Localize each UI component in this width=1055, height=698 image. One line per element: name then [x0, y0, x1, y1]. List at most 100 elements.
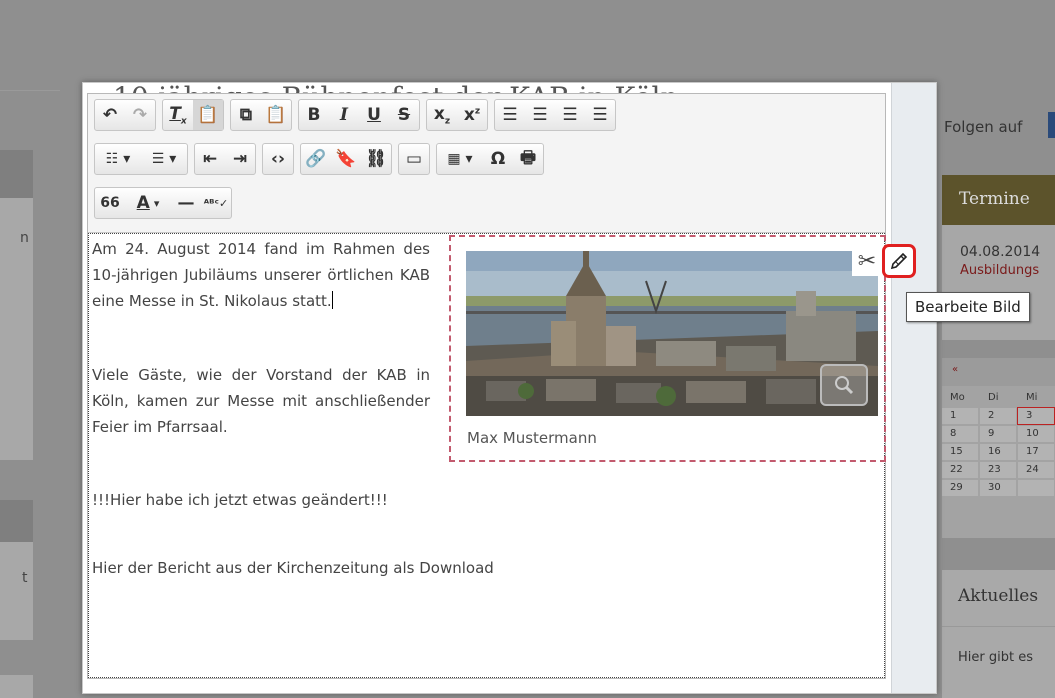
- underline-button[interactable]: U: [359, 100, 389, 130]
- paste-text-button[interactable]: 📋: [193, 100, 223, 130]
- align-left-icon: ☰: [502, 105, 518, 125]
- spellcheck-icon: ᴬᴮᶜ✓: [203, 196, 229, 210]
- toolbar-group-clipboard: Tx 📋: [162, 99, 224, 131]
- edit-image-tooltip: Bearbeite Bild: [906, 292, 1030, 322]
- unlink-icon: ⛓: [365, 149, 387, 169]
- paste-word-button[interactable]: 📋: [261, 100, 291, 130]
- image-toolbar: ✂: [852, 244, 916, 278]
- justify-button[interactable]: ☰: [585, 100, 615, 130]
- toolbar-group-indent: ⇤ ⇥: [194, 143, 256, 175]
- outdent-button[interactable]: ⇤: [195, 144, 225, 174]
- calendar-day[interactable]: 1: [942, 408, 978, 424]
- italic-icon: I: [340, 105, 348, 125]
- calendar-day[interactable]: [1018, 480, 1054, 496]
- aktuelles-text: Hier gibt es: [958, 650, 1033, 665]
- editor-dialog: 10-jähriges Bühnenfest der KAB in Köln ↶…: [82, 81, 937, 694]
- print-button[interactable]: 🖶: [513, 144, 543, 174]
- bold-icon: B: [307, 105, 321, 125]
- horizontal-rule-button[interactable]: —: [171, 188, 201, 218]
- horizontal-rule-icon: —: [177, 193, 195, 213]
- blockquote-button[interactable]: 66: [95, 188, 125, 218]
- indent-button[interactable]: ⇥: [225, 144, 255, 174]
- unlink-button[interactable]: ⛓: [361, 144, 391, 174]
- code-icon: ‹›: [270, 149, 285, 169]
- spellcheck-button[interactable]: ᴬᴮᶜ✓: [201, 188, 231, 218]
- paragraph-text: Am 24. August 2014 fand im Rahmen des 10…: [92, 240, 430, 310]
- calendar-day[interactable]: 8: [942, 426, 978, 442]
- social-icon[interactable]: [1048, 112, 1055, 138]
- calendar-day[interactable]: 15: [942, 444, 978, 460]
- strike-button[interactable]: S: [389, 100, 419, 130]
- calendar-day[interactable]: 10: [1018, 426, 1054, 442]
- numbered-list-button[interactable]: ☷ ▾: [95, 144, 141, 174]
- calendar-weekday: Mi: [1018, 390, 1054, 406]
- calendar-prev-button[interactable]: «: [952, 364, 958, 375]
- calendar: « Mo Di Mi 1 2 3 8 9 10 15 16 17 22 23 2…: [942, 358, 1055, 538]
- magnifier-icon: [835, 376, 854, 395]
- cut-image-button[interactable]: ✂: [852, 246, 882, 276]
- calendar-day[interactable]: 29: [942, 480, 978, 496]
- calendar-day[interactable]: 23: [980, 462, 1016, 478]
- calendar-day[interactable]: 30: [980, 480, 1016, 496]
- termine-box: [942, 225, 1055, 340]
- toolbar-row: ↶ ↷ Tx 📋 ⧉ 📋 B I U S xz xz ☰ ☰ ☰ ☰: [94, 99, 616, 131]
- remove-format-button[interactable]: Tx: [163, 100, 193, 130]
- toolbar-group-copy: ⧉ 📋: [230, 99, 292, 131]
- aktuelles-title: Aktuelles: [958, 586, 1039, 606]
- toolbar-group-script: xz xz: [426, 99, 488, 131]
- align-left-button[interactable]: ☰: [495, 100, 525, 130]
- background-left-panel: [0, 675, 33, 698]
- calendar-day[interactable]: 17: [1018, 444, 1054, 460]
- align-right-button[interactable]: ☰: [555, 100, 585, 130]
- pencil-icon: [890, 252, 908, 270]
- calendar-day[interactable]: 16: [980, 444, 1016, 460]
- bullet-list-button[interactable]: ☰ ▾: [141, 144, 187, 174]
- editor-content-area[interactable]: Am 24. August 2014 fand im Rahmen des 10…: [88, 233, 886, 678]
- termine-header: Termine: [942, 175, 1055, 225]
- subscript-button[interactable]: xz: [427, 100, 457, 130]
- redo-button[interactable]: ↷: [125, 100, 155, 130]
- undo-button[interactable]: ↶: [95, 100, 125, 130]
- toolbar-group-table: ▦ ▾ Ω 🖶: [436, 143, 544, 175]
- font-color-button[interactable]: A ▾: [125, 188, 171, 218]
- paste-word-icon: 📋: [265, 105, 287, 125]
- superscript-button[interactable]: xz: [457, 100, 487, 130]
- calendar-day[interactable]: 2: [980, 408, 1016, 424]
- zoom-button[interactable]: [820, 364, 868, 406]
- template-button[interactable]: ▭: [399, 144, 429, 174]
- cologne-photo[interactable]: [466, 251, 878, 416]
- font-color-icon: A: [136, 193, 150, 213]
- table-button[interactable]: ▦ ▾: [437, 144, 483, 174]
- edit-image-button[interactable]: [882, 244, 916, 278]
- outdent-icon: ⇤: [202, 149, 218, 169]
- table-icon: ▦ ▾: [447, 151, 473, 167]
- image-caption[interactable]: Max Mustermann: [467, 429, 597, 447]
- image-widget[interactable]: Max Mustermann: [449, 235, 886, 462]
- remove-format-icon: Tx: [169, 103, 187, 127]
- calendar-day[interactable]: 22: [942, 462, 978, 478]
- bold-button[interactable]: B: [299, 100, 329, 130]
- bullet-list-icon: ☰ ▾: [151, 151, 177, 167]
- termine-title: Termine: [959, 189, 1030, 209]
- link-button[interactable]: 🔗: [301, 144, 331, 174]
- calendar-day[interactable]: 24: [1018, 462, 1054, 478]
- toolbar-group-history: ↶ ↷: [94, 99, 156, 131]
- calendar-day[interactable]: 9: [980, 426, 1016, 442]
- aktuelles-box: Aktuelles Hier gibt es: [942, 570, 1055, 698]
- dialog-scrollbar[interactable]: [891, 83, 936, 693]
- paragraph: Am 24. August 2014 fand im Rahmen des 10…: [92, 236, 430, 314]
- event-link[interactable]: Ausbildungs: [960, 263, 1039, 278]
- copy-button[interactable]: ⧉: [231, 100, 261, 130]
- special-char-button[interactable]: Ω: [483, 144, 513, 174]
- source-button[interactable]: ‹›: [263, 144, 293, 174]
- toolbar-group-template: ▭: [398, 143, 430, 175]
- aktuelles-divider: [942, 626, 1055, 627]
- toolbar-row: ☷ ▾ ☰ ▾ ⇤ ⇥ ‹› 🔗 🔖 ⛓ ▭ ▦ ▾ Ω 🖶: [94, 143, 544, 175]
- align-center-button[interactable]: ☰: [525, 100, 555, 130]
- anchor-button[interactable]: 🔖: [331, 144, 361, 174]
- italic-button[interactable]: I: [329, 100, 359, 130]
- text-cursor: [331, 291, 333, 309]
- calendar-day-today[interactable]: 3: [1017, 407, 1055, 425]
- toolbar-group-links: 🔗 🔖 ⛓: [300, 143, 392, 175]
- background-left-text: t: [22, 570, 28, 586]
